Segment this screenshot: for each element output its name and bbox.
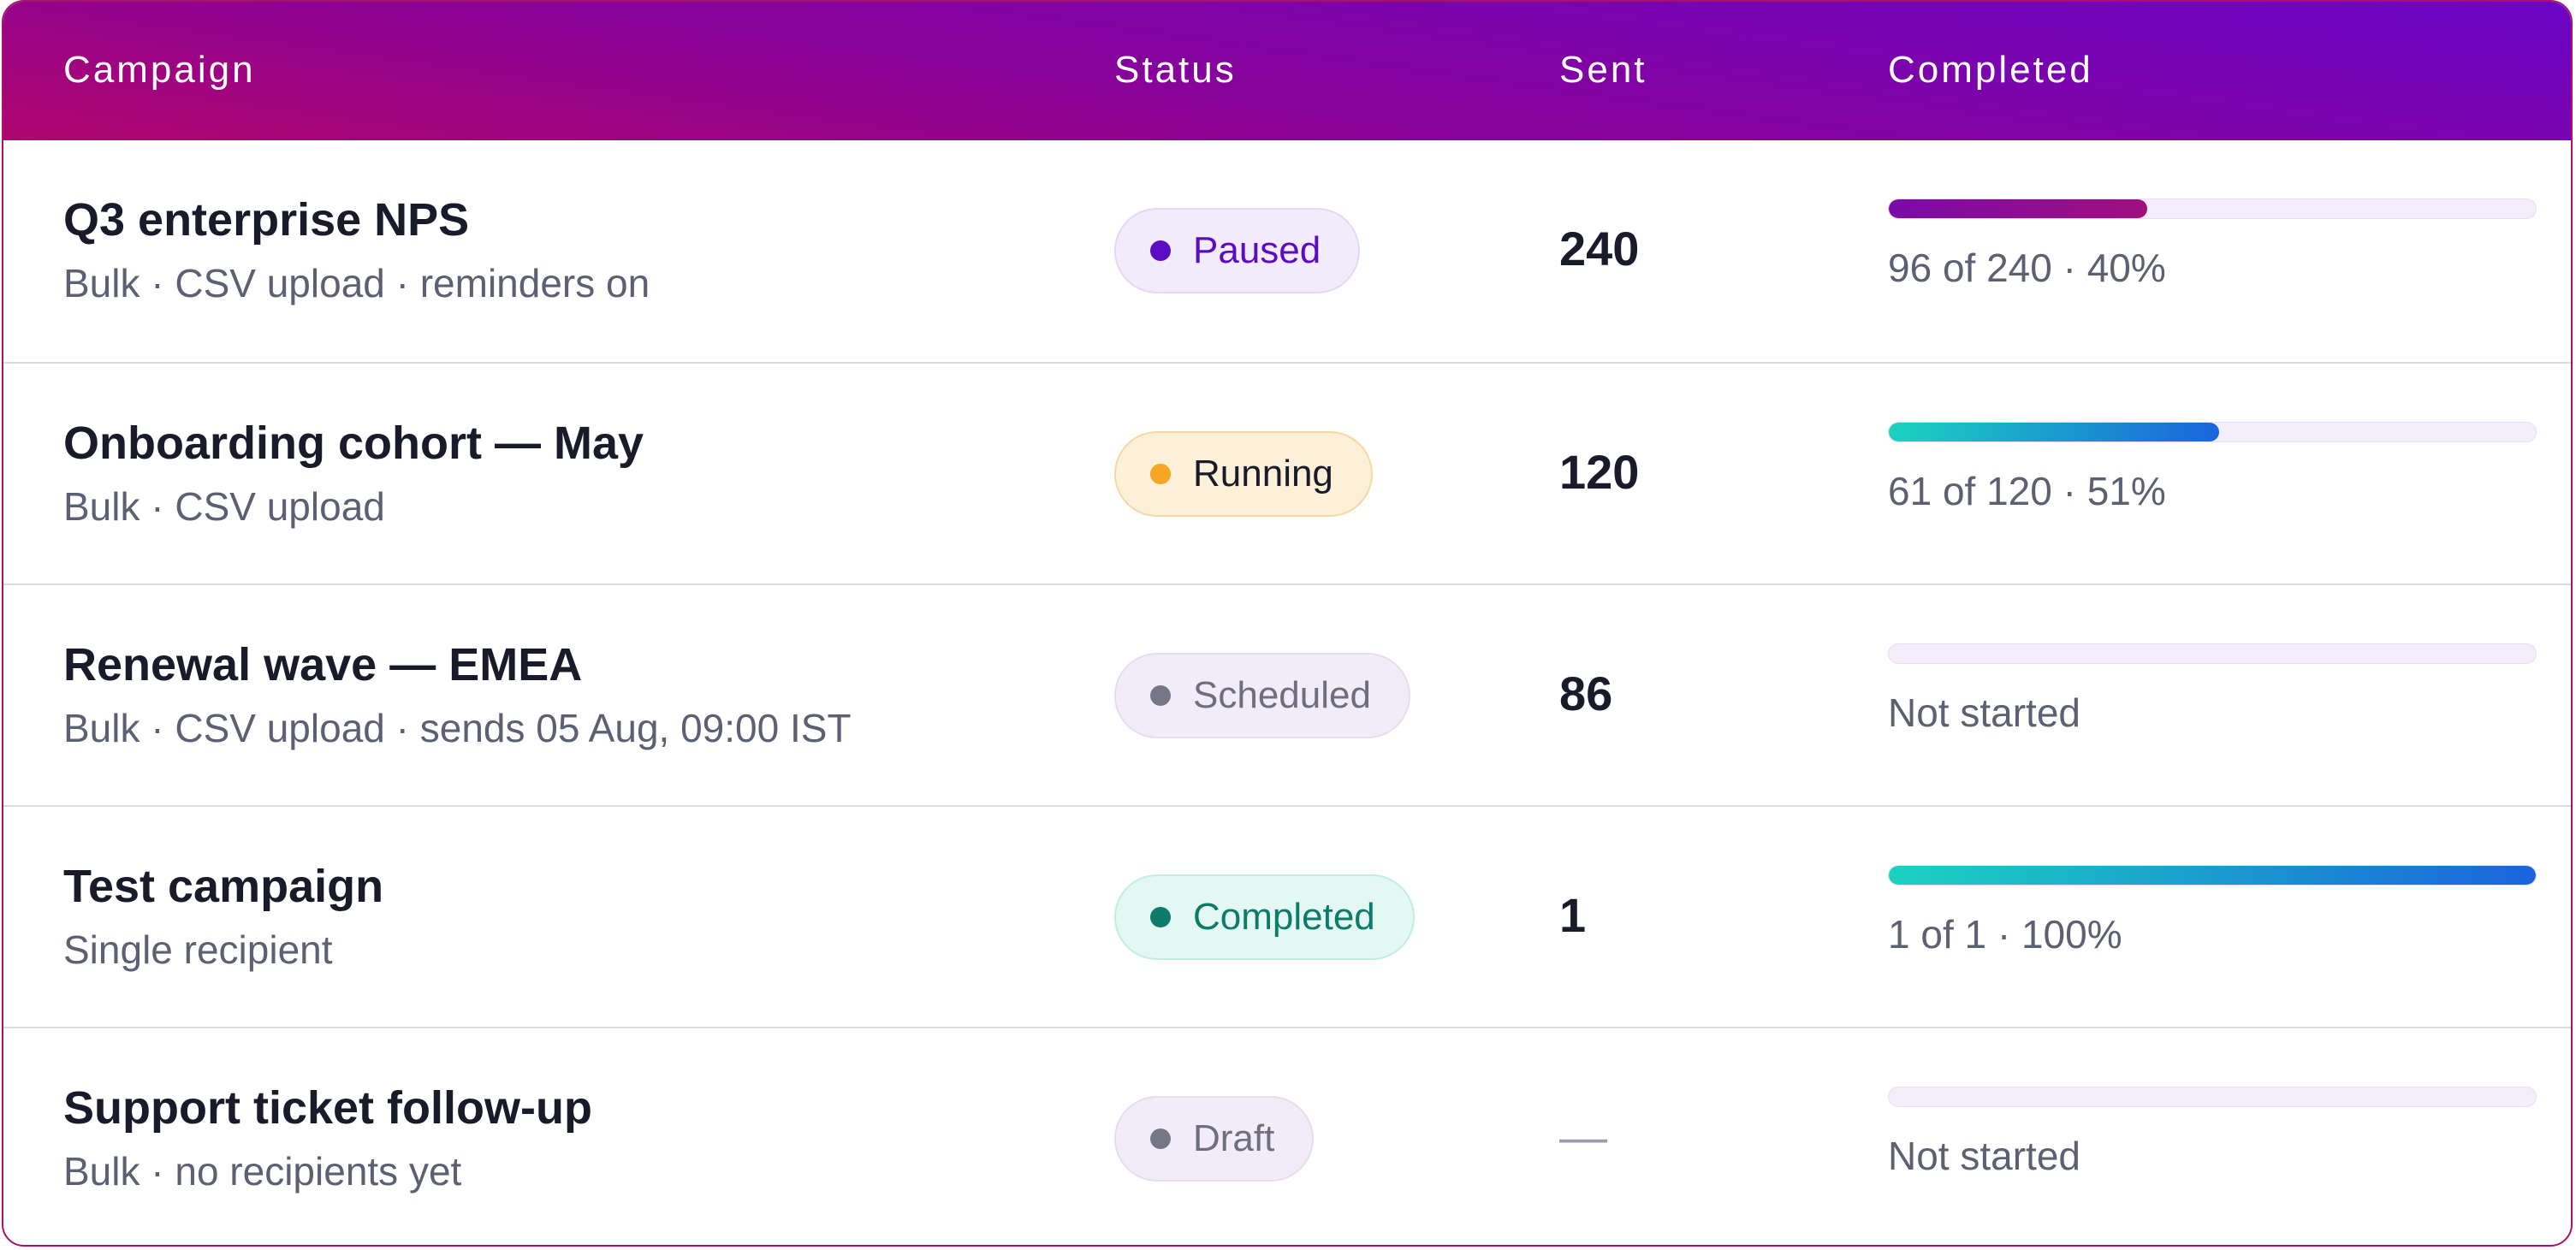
status-label: Scheduled	[1193, 674, 1371, 716]
campaign-meta: Bulk · no recipients yet	[63, 1149, 462, 1194]
progress-fill	[1889, 199, 2148, 218]
progress-text: 1 of 1 · 100%	[1888, 912, 2122, 957]
column-header-completed[interactable]: Completed	[1888, 46, 2093, 94]
status-dot-icon	[1150, 685, 1171, 706]
table-row[interactable]: Q3 enterprise NPS Bulk · CSV upload · re…	[3, 140, 2571, 362]
sent-count: 240	[1559, 222, 1640, 275]
column-header-status[interactable]: Status	[1114, 46, 1237, 94]
campaigns-table: Campaign Status Sent Completed Q3 enterp…	[2, 0, 2573, 1247]
progress-fill	[1889, 423, 2219, 441]
column-header-campaign[interactable]: Campaign	[63, 46, 256, 94]
campaign-meta: Bulk · CSV upload	[63, 484, 385, 529]
status-badge: Scheduled	[1114, 653, 1410, 738]
progress-bar	[1888, 422, 2537, 442]
campaign-name[interactable]: Q3 enterprise NPS	[63, 192, 469, 248]
progress-bar	[1888, 643, 2537, 664]
progress-fill	[1889, 866, 2536, 885]
progress-bar	[1888, 198, 2537, 219]
progress-bar	[1888, 1087, 2537, 1107]
status-dot-icon	[1150, 1129, 1171, 1149]
campaign-name[interactable]: Onboarding cohort — May	[63, 415, 644, 471]
status-label: Running	[1193, 453, 1333, 495]
campaign-meta: Single recipient	[63, 927, 333, 972]
column-header-sent[interactable]: Sent	[1559, 46, 1647, 94]
campaign-name[interactable]: Renewal wave — EMEA	[63, 637, 582, 693]
status-badge: Completed	[1114, 874, 1415, 960]
table-row[interactable]: Support ticket follow-up Bulk · no recip…	[3, 1027, 2571, 1245]
sent-count: 120	[1559, 445, 1640, 499]
progress-text: Not started	[1888, 1134, 2080, 1178]
progress-text: 61 of 120 · 51%	[1888, 469, 2166, 513]
campaign-meta: Bulk · CSV upload · reminders on	[63, 261, 650, 305]
table-header: Campaign Status Sent Completed	[3, 2, 2571, 140]
campaign-name[interactable]: Test campaign	[63, 858, 383, 915]
status-dot-icon	[1150, 240, 1171, 261]
sent-count: 1	[1559, 888, 1587, 942]
status-badge: Running	[1114, 431, 1373, 517]
table-row[interactable]: Renewal wave — EMEA Bulk · CSV upload · …	[3, 584, 2571, 805]
table-row[interactable]: Test campaign Single recipient Completed…	[3, 805, 2571, 1027]
progress-bar	[1888, 865, 2537, 886]
campaign-meta: Bulk · CSV upload · sends 05 Aug, 09:00 …	[63, 706, 852, 750]
campaign-name[interactable]: Support ticket follow-up	[63, 1080, 592, 1136]
status-dot-icon	[1150, 907, 1171, 927]
table-row[interactable]: Onboarding cohort — May Bulk · CSV uploa…	[3, 362, 2571, 584]
status-label: Completed	[1193, 896, 1375, 938]
progress-text: Not started	[1888, 690, 2080, 735]
progress-text: 96 of 240 · 40%	[1888, 246, 2166, 290]
status-label: Paused	[1193, 229, 1321, 271]
sent-count: 86	[1559, 666, 1613, 720]
status-label: Draft	[1193, 1117, 1275, 1159]
status-dot-icon	[1150, 464, 1171, 484]
sent-count: —	[1559, 1110, 1607, 1164]
status-badge: Paused	[1114, 208, 1361, 293]
status-badge: Draft	[1114, 1096, 1315, 1182]
